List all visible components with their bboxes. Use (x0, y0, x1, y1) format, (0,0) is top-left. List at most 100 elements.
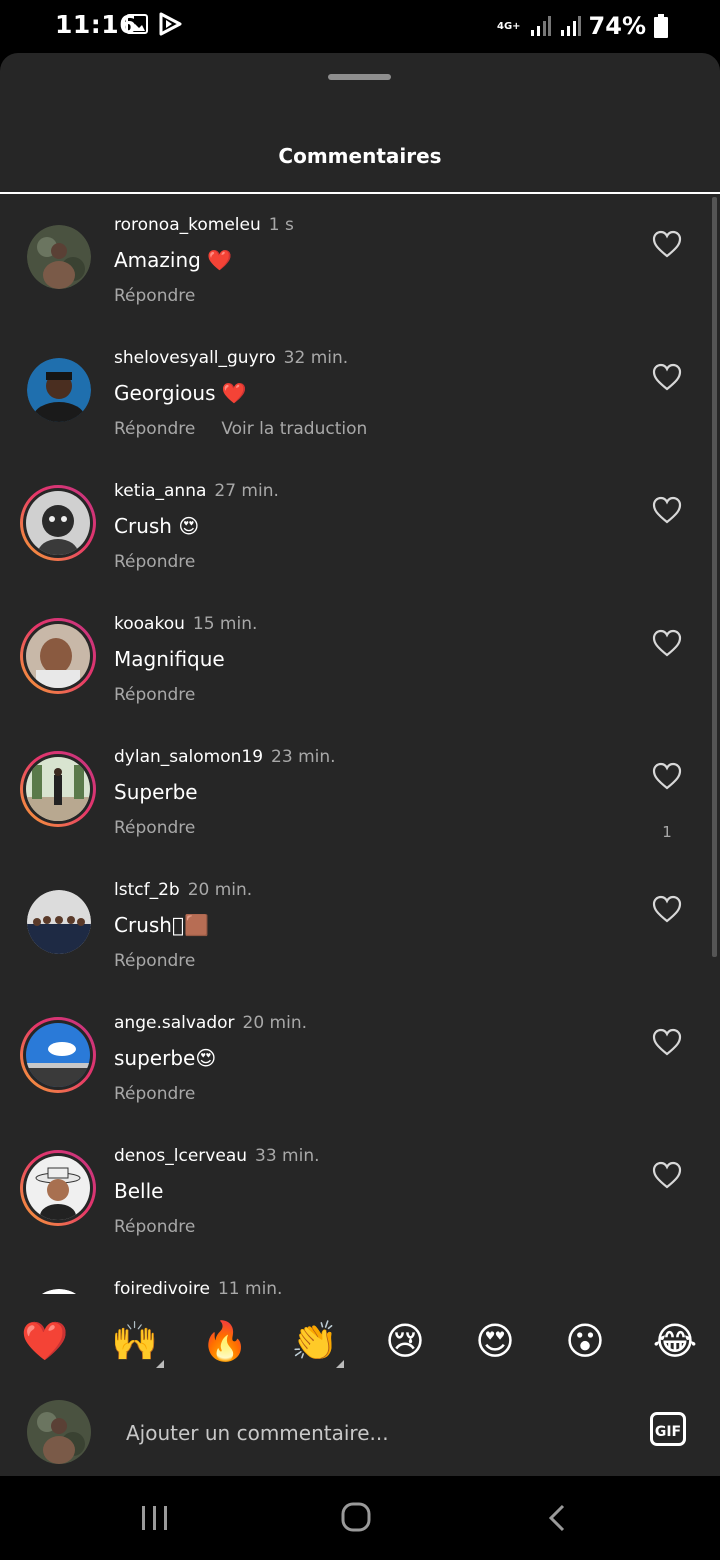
emoji-reaction-bar: ❤️ 🙌 🔥 👏 😢 😍 😮 😂 (0, 1302, 720, 1378)
comment-list: roronoa_komeleu 1 s Amazing ❤️ Répondre s… (0, 194, 720, 1294)
emoji-raised-hands: 🙌 (111, 1319, 159, 1363)
reply-button[interactable]: Répondre (114, 1084, 195, 1104)
heart-icon[interactable] (652, 230, 682, 258)
comment-time: 11 min. (217, 1279, 283, 1294)
comment-username[interactable]: ketia_anna (114, 481, 206, 501)
comment-username[interactable]: ange.salvador (114, 1013, 235, 1033)
heart-icon[interactable] (652, 363, 682, 391)
emoji-heart[interactable]: ❤️ (20, 1316, 70, 1366)
comment-time: 1 s (268, 215, 294, 235)
home-icon[interactable] (340, 1501, 372, 1533)
signal-icon (530, 16, 551, 36)
comment-meta: ketia_anna 27 min. (114, 481, 279, 501)
battery-icon (654, 14, 668, 38)
comment-actions: Répondre (114, 552, 195, 572)
comment-text: Magnifique (114, 647, 225, 671)
avatar-story[interactable] (20, 751, 96, 827)
comment-meta: denos_lcerveau 33 min. (114, 1146, 320, 1166)
comment-actions: Répondre Voir la traduction (114, 419, 367, 439)
gallery-notification-icon (126, 14, 148, 34)
reply-button[interactable]: Répondre (114, 951, 195, 971)
comment-meta: shelovesyall_guyro 32 min. (114, 348, 348, 368)
heart-icon[interactable] (652, 1028, 682, 1056)
battery-level: 74% (588, 12, 646, 40)
heart-icon[interactable] (652, 496, 682, 524)
avatar[interactable] (27, 358, 91, 422)
gif-button[interactable]: GIF (650, 1412, 686, 1446)
sheet-title: Commentaires (278, 144, 442, 168)
comment-username[interactable]: roronoa_komeleu (114, 215, 261, 235)
comment-username[interactable]: foiredivoire (114, 1279, 210, 1294)
comment-item: shelovesyall_guyro 32 min. Georgious ❤️ R… (0, 327, 720, 460)
reply-button[interactable]: Répondre (114, 685, 195, 705)
reply-button[interactable]: Répondre (114, 818, 195, 838)
emoji-clap-wrap[interactable]: 👏 (290, 1316, 344, 1368)
comment-time: 15 min. (192, 614, 258, 634)
reply-button[interactable]: Répondre (114, 552, 195, 572)
comment-username[interactable]: lstcf_2b (114, 880, 180, 900)
comment-meta: foiredivoire 11 min. (114, 1279, 282, 1294)
comment-username[interactable]: denos_lcerveau (114, 1146, 247, 1166)
skin-tone-indicator (336, 1360, 344, 1368)
comment-item: denos_lcerveau 33 min. Belle Répondre (0, 1125, 720, 1258)
comment-time: 20 min. (187, 880, 253, 900)
like-count: 1 (662, 823, 672, 841)
play-notification-icon (159, 12, 182, 36)
comment-text: Amazing ❤️ (114, 248, 233, 272)
avatar[interactable] (27, 890, 91, 954)
comment-item: foiredivoire 11 min. (0, 1258, 720, 1294)
comment-meta: dylan_salomon19 23 min. (114, 747, 336, 767)
recent-apps-icon[interactable] (140, 1504, 170, 1532)
heart-icon[interactable] (652, 895, 682, 923)
reply-button[interactable]: Répondre (114, 1217, 195, 1237)
see-translation-button[interactable]: Voir la traduction (221, 419, 367, 439)
emoji-heart-eyes[interactable]: 😍 (470, 1316, 520, 1366)
comment-text: Belle (114, 1179, 164, 1203)
reply-button[interactable]: Répondre (114, 286, 195, 306)
comment-item: lstcf_2b 20 min. Crush🏾🟫 Répondre (0, 859, 720, 992)
comment-actions: Répondre (114, 1217, 195, 1237)
status-time: 11:16 (55, 10, 138, 39)
comment-text: Georgious ❤️ (114, 381, 247, 405)
comment-meta: kooakou 15 min. (114, 614, 257, 634)
emoji-clap: 👏 (291, 1319, 339, 1363)
comment-meta: lstcf_2b 20 min. (114, 880, 252, 900)
back-icon[interactable] (545, 1503, 569, 1533)
comment-actions: Répondre (114, 951, 195, 971)
comment-actions: Répondre (114, 685, 195, 705)
comment-input[interactable] (124, 1414, 628, 1452)
comment-username[interactable]: dylan_salomon19 (114, 747, 263, 767)
comment-time: 32 min. (283, 348, 349, 368)
emoji-raised-hands-wrap[interactable]: 🙌 (110, 1316, 164, 1368)
comment-actions: Répondre (114, 286, 195, 306)
skin-tone-indicator (156, 1360, 164, 1368)
drag-handle[interactable] (328, 74, 391, 80)
emoji-surprised[interactable]: 😮 (560, 1316, 610, 1366)
comment-username[interactable]: shelovesyall_guyro (114, 348, 276, 368)
comment-username[interactable]: kooakou (114, 614, 185, 634)
system-nav-bar (0, 1476, 720, 1560)
network-type: 4G+ (497, 20, 521, 32)
comment-time: 33 min. (255, 1146, 320, 1166)
comment-time: 23 min. (271, 747, 336, 767)
avatar-story[interactable] (20, 618, 96, 694)
emoji-laughing[interactable]: 😂 (650, 1316, 700, 1366)
comment-text: superbe😍 (114, 1046, 217, 1070)
heart-icon[interactable] (652, 1161, 682, 1189)
avatar-story[interactable] (20, 485, 96, 561)
avatar-story[interactable] (20, 1017, 96, 1093)
heart-icon[interactable] (652, 762, 682, 790)
comment-meta: ange.salvador 20 min. (114, 1013, 307, 1033)
comment-text: Crush🏾🟫 (114, 913, 209, 937)
avatar-story[interactable] (20, 1150, 96, 1226)
emoji-fire[interactable]: 🔥 (200, 1316, 250, 1366)
comment-item: kooakou 15 min. Magnifique Répondre (0, 593, 720, 726)
avatar[interactable] (27, 1289, 91, 1294)
reply-button[interactable]: Répondre (114, 419, 195, 439)
avatar[interactable] (27, 225, 91, 289)
comment-time: 20 min. (242, 1013, 308, 1033)
emoji-cry[interactable]: 😢 (380, 1316, 430, 1366)
comment-meta: roronoa_komeleu 1 s (114, 215, 294, 235)
comment-item: roronoa_komeleu 1 s Amazing ❤️ Répondre (0, 194, 720, 327)
heart-icon[interactable] (652, 629, 682, 657)
